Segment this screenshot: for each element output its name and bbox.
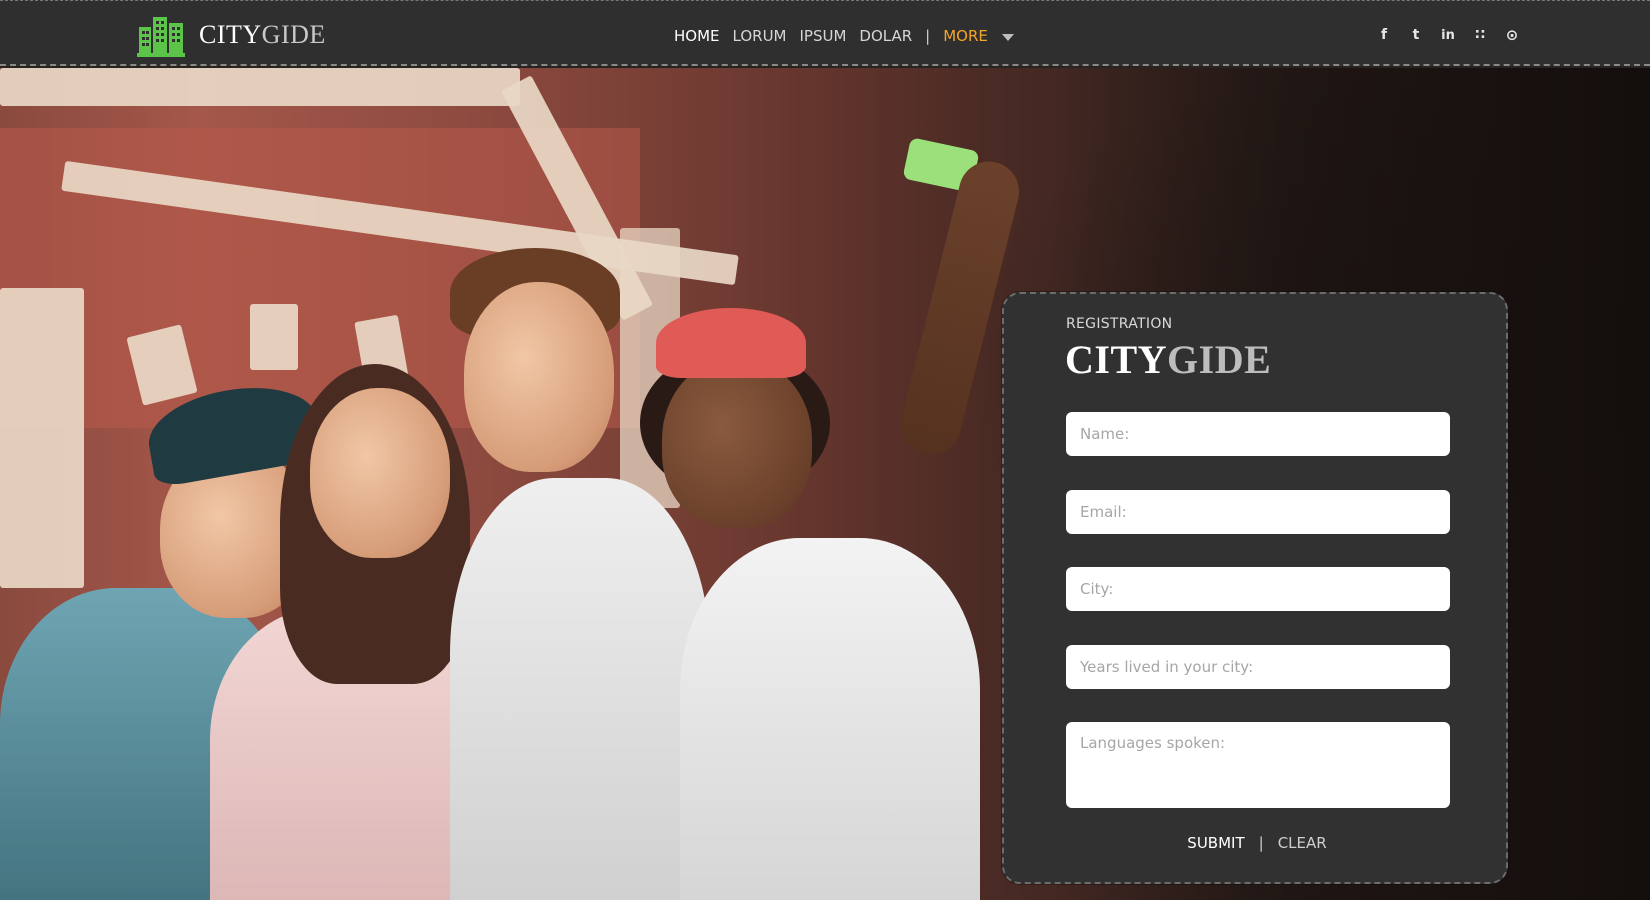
city-field[interactable]: [1066, 567, 1450, 611]
social-links: f t in ∷ ⊙: [1368, 23, 1528, 47]
languages-field[interactable]: [1066, 722, 1450, 808]
registration-label: REGISTRATION: [1066, 316, 1173, 332]
nav-dolar[interactable]: DOLAR: [859, 27, 912, 45]
rss-icon[interactable]: ∷: [1464, 23, 1496, 47]
twitter-icon[interactable]: t: [1400, 23, 1432, 47]
actions-divider: |: [1258, 834, 1264, 852]
registration-brand: CITYGIDE: [1065, 336, 1271, 383]
brand-text-gide: GIDE: [1167, 337, 1272, 382]
logo-wordmark: CITYGIDE: [199, 20, 326, 50]
nav-more[interactable]: MORE: [943, 27, 988, 45]
form-actions: SUBMIT | CLEAR: [1004, 834, 1510, 852]
nav-lorum[interactable]: LORUM: [733, 27, 787, 45]
main-nav: HOME LORUM IPSUM DOLAR | MORE: [674, 23, 1014, 49]
linkedin-icon[interactable]: in: [1432, 23, 1464, 47]
submit-button[interactable]: SUBMIT: [1187, 834, 1244, 852]
dribbble-icon[interactable]: ⊙: [1496, 23, 1528, 47]
clear-button[interactable]: CLEAR: [1278, 834, 1327, 852]
email-field[interactable]: [1066, 490, 1450, 534]
nav-home[interactable]: HOME: [674, 27, 720, 45]
name-field[interactable]: [1066, 412, 1450, 456]
facade-beam: [0, 68, 520, 106]
logo-text-city: CITY: [199, 20, 262, 49]
nav-ipsum[interactable]: IPSUM: [800, 27, 847, 45]
years-lived-field[interactable]: [1066, 645, 1450, 689]
brand-text-city: CITY: [1065, 337, 1168, 382]
top-navigation-bar: CITYGIDE HOME LORUM IPSUM DOLAR | MORE f…: [0, 0, 1650, 66]
chevron-down-icon[interactable]: [1001, 33, 1014, 41]
nav-separator: |: [925, 27, 931, 45]
site-logo[interactable]: CITYGIDE: [137, 13, 326, 57]
city-buildings-icon: [137, 17, 185, 57]
logo-text-gide: GIDE: [261, 20, 326, 49]
facebook-icon[interactable]: f: [1368, 23, 1400, 47]
registration-panel: REGISTRATION CITYGIDE SUBMIT | CLEAR: [1002, 292, 1508, 884]
